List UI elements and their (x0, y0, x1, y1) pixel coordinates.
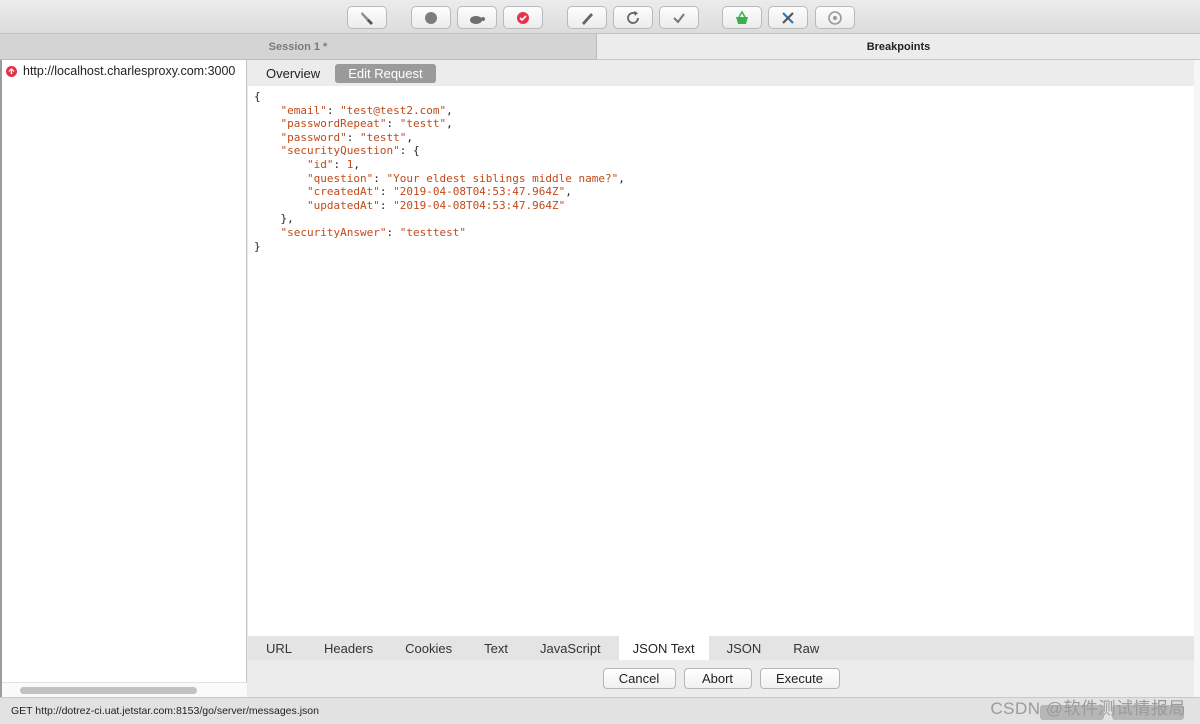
settings-icon (828, 10, 842, 25)
code-line: "id": 1, (306, 157, 360, 171)
code-line: "email": "test@test2.com", (280, 103, 453, 117)
tools-icon (782, 11, 794, 24)
throttle-button[interactable] (457, 6, 497, 29)
code-line: { (254, 90, 261, 103)
code-line: "updatedAt": "2019-04-08T04:53:47.964Z" (306, 198, 566, 212)
request-list: http://localhost.charlesproxy.com:3000 (2, 60, 247, 697)
settings-button[interactable] (815, 6, 855, 29)
action-bar: Cancel Abort Execute (248, 660, 1194, 697)
record-icon (425, 11, 437, 24)
breakpoint-panel: Overview Edit Request { "email": "test@t… (248, 60, 1194, 697)
code-line: "securityAnswer": "testtest" (280, 225, 466, 239)
check-icon (673, 12, 685, 24)
breakpoint-icon (517, 11, 529, 24)
turtle-icon (470, 15, 485, 24)
watermark: CSDN @软件测试情报局 (990, 699, 1186, 718)
code-line: "securityQuestion": { (280, 144, 420, 158)
refresh-icon (627, 10, 639, 24)
broom-icon (361, 11, 373, 25)
cancel-button[interactable]: Cancel (602, 668, 676, 689)
tab-raw[interactable]: Raw (779, 636, 833, 660)
code-line: "question": "Your eldest siblings middle… (306, 171, 625, 185)
status-text: GET http://dotrez-ci.uat.jetstar.com:815… (11, 705, 319, 717)
tab-text[interactable]: Text (470, 636, 522, 660)
tab-json[interactable]: JSON (713, 636, 776, 660)
validate-button[interactable] (659, 6, 699, 29)
json-editor[interactable]: { "email": "test@test2.com", "passwordRe… (248, 86, 1194, 636)
code-line: }, (254, 212, 294, 226)
basket-icon (736, 10, 748, 24)
abort-button[interactable]: Abort (683, 668, 752, 689)
tab-url[interactable]: URL (252, 636, 306, 660)
repeat-button[interactable] (613, 6, 653, 29)
code-line: "createdAt": "2019-04-08T04:53:47.964Z", (306, 185, 572, 199)
tools-button[interactable] (768, 6, 808, 29)
horizontal-scrollbar[interactable] (2, 682, 247, 697)
basket-button[interactable] (722, 6, 762, 29)
tab-edit-request[interactable]: Edit Request (335, 63, 436, 83)
scrollbar-thumb[interactable] (20, 687, 197, 694)
breakpoints-button[interactable] (503, 6, 543, 29)
list-item[interactable]: http://localhost.charlesproxy.com:3000 (2, 62, 247, 80)
tab-cookies[interactable]: Cookies (391, 636, 466, 660)
breakpoint-icon (6, 65, 17, 77)
tab-headers[interactable]: Headers (310, 636, 387, 660)
record-button[interactable] (411, 6, 451, 29)
request-url: http://localhost.charlesproxy.com:3000 (23, 64, 236, 78)
code-line: "passwordRepeat": "testt", (280, 117, 453, 131)
toolbar (0, 0, 1200, 34)
vertical-scrollbar[interactable] (1194, 60, 1200, 697)
clear-session-button[interactable] (347, 6, 387, 29)
code-line: "password": "testt", (280, 130, 413, 144)
pen-icon (582, 12, 593, 25)
compose-button[interactable] (567, 6, 607, 29)
request-subtabs: Overview Edit Request (248, 60, 1194, 86)
tab-javascript[interactable]: JavaScript (526, 636, 615, 660)
tab-overview[interactable]: Overview (253, 64, 333, 83)
window-tabs: Session 1 * Breakpoints (0, 34, 1200, 60)
tab-session[interactable]: Session 1 * (0, 34, 597, 60)
code-line: } (254, 239, 261, 253)
tab-breakpoints[interactable]: Breakpoints (597, 34, 1200, 60)
tab-json-text[interactable]: JSON Text (618, 636, 709, 660)
view-tabs: URL Headers Cookies Text JavaScript JSON… (248, 636, 1194, 660)
execute-button[interactable]: Execute (759, 668, 840, 689)
